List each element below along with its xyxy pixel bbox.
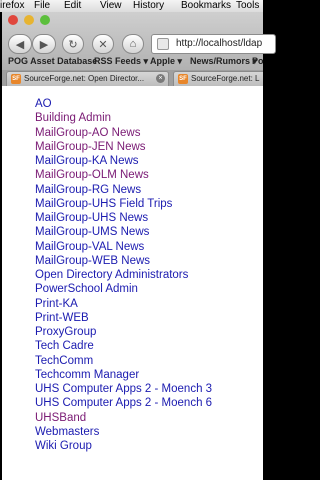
list-item: MailGroup-UHS News — [35, 211, 212, 225]
bookmarks-toolbar: POG Asset Database RSS Feeds ▾ Apple ▾ N… — [2, 55, 264, 70]
menu-bar: irefox File Edit View History Bookmarks … — [0, 0, 263, 12]
group-link[interactable]: Print-WEB — [35, 312, 89, 324]
bookmark-overflow[interactable]: Po — [252, 56, 264, 66]
bookmark-rss-feeds[interactable]: RSS Feeds ▾ — [94, 56, 148, 67]
bookmark-news-rumors[interactable]: News/Rumors ▾ — [190, 56, 257, 67]
menu-view[interactable]: View — [100, 0, 122, 12]
list-item: Techcomm Manager — [35, 368, 212, 382]
home-icon: ⌂ — [129, 38, 137, 50]
list-item: MailGroup-UMS News — [35, 225, 212, 239]
reload-icon: ↻ — [68, 38, 78, 51]
group-link[interactable]: MailGroup-UMS News — [35, 226, 149, 238]
bookmark-pog-asset-database[interactable]: POG Asset Database — [8, 56, 97, 66]
list-item: Wiki Group — [35, 439, 212, 453]
list-item: MailGroup-OLM News — [35, 168, 212, 182]
list-item: MailGroup-RG News — [35, 183, 212, 197]
list-item: Webmasters — [35, 425, 212, 439]
reload-button[interactable]: ↻ — [62, 34, 84, 54]
back-arrow-icon: ◀ — [15, 38, 25, 51]
group-link[interactable]: Print-KA — [35, 298, 78, 310]
browser-chrome: ◀ ▶ ↻ ✕ ⌂ http://localhost/ldap POG Asse… — [2, 12, 276, 86]
list-item: MailGroup-AO News — [35, 126, 212, 140]
tab-sourceforge-l[interactable]: SF SourceForge.net: L — [173, 71, 263, 86]
list-item: MailGroup-JEN News — [35, 140, 212, 154]
group-link[interactable]: TechComm — [35, 355, 93, 367]
list-item: Open Directory Administrators — [35, 268, 212, 282]
group-link[interactable]: UHSBand — [35, 412, 86, 424]
menu-tools[interactable]: Tools — [236, 0, 259, 12]
group-list: AO Building Admin MailGroup-AO News MailGro… — [35, 97, 212, 453]
list-item: MailGroup-KA News — [35, 154, 212, 168]
home-button[interactable]: ⌂ — [122, 34, 144, 54]
list-item: PowerSchool Admin — [35, 282, 212, 296]
close-window-icon[interactable] — [8, 15, 18, 25]
stop-icon: ✕ — [98, 38, 108, 51]
group-link[interactable]: UHS Computer Apps 2 - Moench 6 — [35, 397, 212, 409]
group-link[interactable]: MailGroup-VAL News — [35, 241, 144, 253]
group-link[interactable]: ProxyGroup — [35, 326, 96, 338]
menu-app-firefox[interactable]: irefox — [0, 0, 24, 12]
list-item: ProxyGroup — [35, 325, 212, 339]
list-item: MailGroup-WEB News — [35, 254, 212, 268]
tab-label: SourceForge.net: Open Director... — [24, 74, 145, 83]
group-link[interactable]: MailGroup-WEB News — [35, 255, 150, 267]
group-link[interactable]: Tech Cadre — [35, 340, 94, 352]
list-item: AO — [35, 97, 212, 111]
group-link[interactable]: Techcomm Manager — [35, 369, 139, 381]
group-link[interactable]: MailGroup-KA News — [35, 155, 139, 167]
tab-close-icon[interactable]: × — [156, 74, 165, 83]
group-link[interactable]: Webmasters — [35, 426, 99, 438]
group-link[interactable]: MailGroup-UHS Field Trips — [35, 198, 172, 210]
group-link[interactable]: MailGroup-RG News — [35, 184, 141, 196]
forward-button[interactable]: ▶ — [32, 34, 56, 54]
list-item: TechComm — [35, 354, 212, 368]
list-item: MailGroup-VAL News — [35, 240, 212, 254]
zoom-window-icon[interactable] — [40, 15, 50, 25]
sourceforge-favicon-icon: SF — [11, 74, 21, 84]
stop-button[interactable]: ✕ — [92, 34, 114, 54]
list-item: MailGroup-UHS Field Trips — [35, 197, 212, 211]
back-button[interactable]: ◀ — [8, 34, 32, 54]
page-content: AO Building Admin MailGroup-AO News MailGro… — [2, 86, 263, 480]
bookmark-apple[interactable]: Apple ▾ — [150, 56, 182, 67]
list-item: Print-WEB — [35, 311, 212, 325]
menu-bookmarks[interactable]: Bookmarks — [181, 0, 231, 12]
tab-sourceforge-open-directory[interactable]: SF SourceForge.net: Open Director... × — [6, 71, 169, 86]
list-item: UHS Computer Apps 2 - Moench 6 — [35, 396, 212, 410]
url-bar[interactable]: http://localhost/ldap — [151, 34, 276, 54]
group-link[interactable]: MailGroup-UHS News — [35, 212, 148, 224]
tab-strip: SF SourceForge.net: Open Director... × S… — [2, 70, 263, 86]
group-link[interactable]: MailGroup-OLM News — [35, 169, 149, 181]
forward-arrow-icon: ▶ — [39, 38, 49, 51]
minimize-window-icon[interactable] — [24, 15, 34, 25]
group-link[interactable]: Open Directory Administrators — [35, 269, 188, 281]
tab-label: SourceForge.net: L — [191, 74, 260, 83]
menu-history[interactable]: History — [133, 0, 164, 12]
list-item: UHSBand — [35, 411, 212, 425]
site-icon — [157, 38, 169, 50]
list-item: Tech Cadre — [35, 339, 212, 353]
group-link[interactable]: UHS Computer Apps 2 - Moench 3 — [35, 383, 212, 395]
menu-file[interactable]: File — [34, 0, 50, 12]
group-link[interactable]: MailGroup-JEN News — [35, 141, 146, 153]
menu-edit[interactable]: Edit — [64, 0, 81, 12]
group-link[interactable]: Wiki Group — [35, 440, 92, 452]
list-item: Building Admin — [35, 111, 212, 125]
group-link[interactable]: AO — [35, 98, 52, 110]
list-item: Print-KA — [35, 297, 212, 311]
group-link[interactable]: PowerSchool Admin — [35, 283, 138, 295]
list-item: UHS Computer Apps 2 - Moench 3 — [35, 382, 212, 396]
group-link[interactable]: Building Admin — [35, 112, 111, 124]
group-link[interactable]: MailGroup-AO News — [35, 127, 140, 139]
url-text: http://localhost/ldap — [176, 38, 263, 49]
sourceforge-favicon-icon: SF — [178, 74, 188, 84]
